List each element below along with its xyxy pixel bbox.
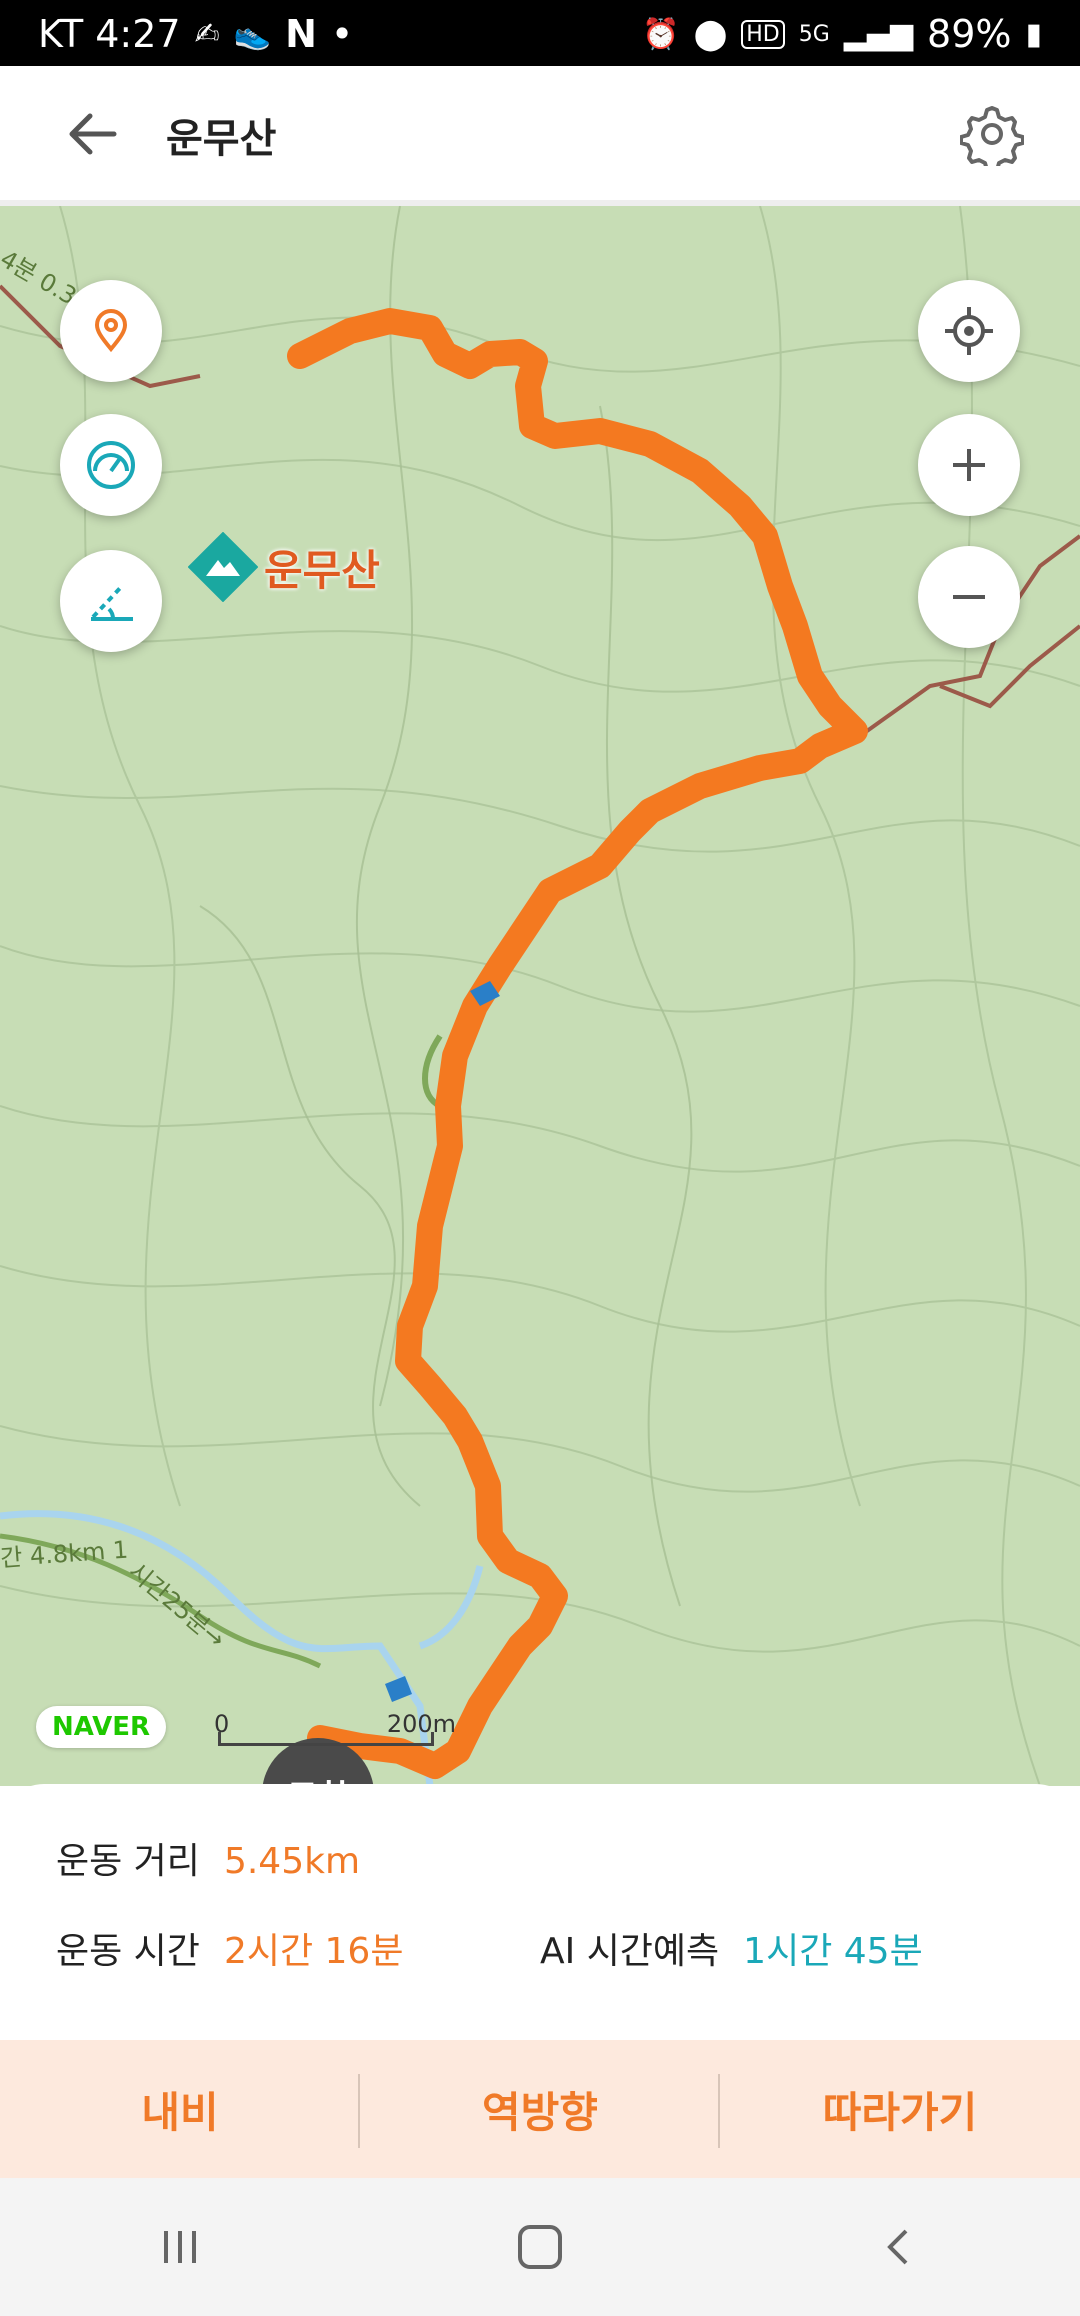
location-icon: ⬤ — [693, 16, 728, 52]
follow-label: 따라가기 — [822, 2087, 978, 2137]
scale-tick-left — [218, 1732, 221, 1746]
summit-label: 운무산 — [264, 545, 380, 595]
mountain-icon — [188, 532, 258, 602]
carrier-time: KT 4:27 — [38, 12, 181, 56]
speedometer-icon[interactable] — [60, 414, 162, 516]
location-pin-icon[interactable] — [60, 280, 162, 382]
battery-level: 89% — [927, 12, 1012, 56]
app-bar: 운무산 — [0, 66, 1080, 202]
navi-label: 내비 — [141, 2087, 219, 2137]
recent-apps-icon[interactable] — [140, 2207, 220, 2287]
scale-min: 0 — [214, 1710, 230, 1738]
zoom-out-icon[interactable] — [918, 546, 1020, 648]
back-nav-icon[interactable] — [860, 2207, 940, 2287]
notification-dot: • — [330, 12, 354, 56]
netflix-icon: N — [285, 12, 317, 56]
summit-marker[interactable]: 운무산 — [188, 532, 380, 602]
contour-map — [0, 206, 1080, 1786]
time-label: 운동 시간 — [56, 1931, 200, 1972]
status-bar: KT 4:27 ✍ 👟 N • ⏰ ⬤ HD 5G ▂▄▆ 89% ▮ — [0, 0, 1080, 66]
action-bar: 내비 역방향 따라가기 — [0, 2040, 1080, 2178]
ai-prediction-value: 1시간 45분 — [743, 1931, 923, 1972]
scale-tick-right — [431, 1732, 434, 1746]
my-location-icon[interactable] — [918, 280, 1020, 382]
reverse-button[interactable]: 역방향 — [360, 2040, 720, 2178]
navi-button[interactable]: 내비 — [0, 2040, 360, 2178]
signal-icon: ▂▄▆ — [843, 16, 914, 52]
distance-label: 운동 거리 — [56, 1841, 200, 1882]
alarm-icon: ⏰ — [642, 16, 680, 52]
battery-icon: ▮ — [1025, 16, 1042, 52]
gear-icon[interactable] — [959, 102, 1025, 174]
ai-prediction-row: AI 시간예측 1시간 45분 — [540, 1922, 923, 1974]
follow-button[interactable]: 따라가기 — [720, 2040, 1080, 2178]
arrow-left-icon[interactable] — [62, 102, 126, 166]
system-nav-bar — [0, 2178, 1080, 2316]
scale-bar — [218, 1743, 434, 1746]
5g-icon: 5G — [798, 21, 830, 47]
summary-sheet: 운동 거리 5.45km 운동 시간 2시간 16분 AI 시간예측 1시간 45분 — [0, 1784, 1080, 2042]
home-icon[interactable] — [500, 2207, 580, 2287]
reverse-label: 역방향 — [482, 2087, 598, 2137]
page-title: 운무산 — [166, 116, 277, 162]
ai-prediction-label: AI 시간예측 — [540, 1931, 720, 1972]
running-icon: ✍ — [194, 16, 220, 52]
map-scale: 0 200m — [214, 1710, 456, 1750]
time-row: 운동 시간 2시간 16분 — [56, 1922, 403, 1974]
distance-value: 5.45km — [223, 1841, 361, 1882]
naver-logo: NAVER — [36, 1706, 166, 1748]
map-view[interactable]: 운무산 4분 0.3 간 4.8km 1 시간25분→ 도착 NAVER 0 2… — [0, 206, 1080, 1786]
hd-voice-icon: HD — [741, 19, 785, 49]
distance-row: 운동 거리 5.45km — [56, 1832, 360, 1884]
slope-icon[interactable] — [60, 550, 162, 652]
zoom-in-icon[interactable] — [918, 414, 1020, 516]
scale-max: 200m — [386, 1710, 456, 1738]
shoe-icon: 👟 — [233, 16, 272, 52]
time-value: 2시간 16분 — [223, 1931, 404, 1972]
